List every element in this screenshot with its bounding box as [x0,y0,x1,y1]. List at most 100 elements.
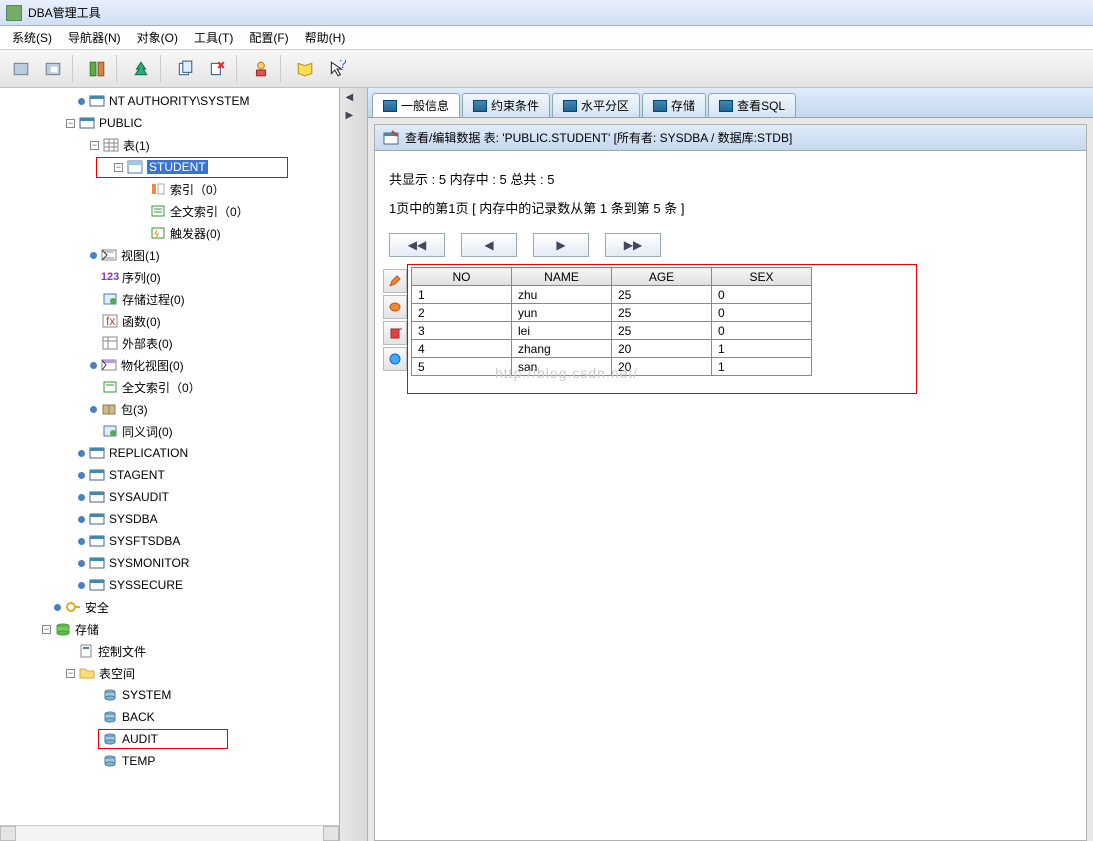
table-cell[interactable]: zhang [512,340,612,358]
tree-packages[interactable]: 包(3) [121,401,148,418]
table-row[interactable]: 2yun250 [412,304,812,322]
col-sex[interactable]: SEX [712,268,812,286]
tree-fulltext[interactable]: 全文索引（0） [170,203,249,220]
table-cell[interactable]: 5 [412,358,512,376]
tree-student[interactable]: STUDENT [147,160,208,174]
table-cell[interactable]: 1 [412,286,512,304]
tree-syssecure[interactable]: SYSSECURE [109,578,183,592]
splitter-right-icon[interactable]: ▶ [346,110,362,126]
table-cell[interactable]: 2 [412,304,512,322]
table-row[interactable]: 4zhang201 [412,340,812,358]
table-cell[interactable]: lei [512,322,612,340]
menu-config[interactable]: 配置(F) [241,27,296,48]
toolbar-delete[interactable] [202,54,232,84]
tree-sysmonitor[interactable]: SYSMONITOR [109,556,189,570]
table-row[interactable]: 1zhu250 [412,286,812,304]
tree-controlfiles[interactable]: 控制文件 [98,643,146,660]
expand-toggle[interactable]: − [66,669,75,678]
table-cell[interactable]: zhu [512,286,612,304]
table-cell[interactable]: 20 [612,358,712,376]
tree-ts-back[interactable]: BACK [122,710,155,724]
tree-stagent[interactable]: STAGENT [109,468,165,482]
nav-prev[interactable]: ◀ [461,233,517,257]
expand-toggle[interactable]: − [42,625,51,634]
splitter[interactable]: ◀ ▶ [340,88,368,841]
table-cell[interactable]: 25 [612,304,712,322]
tree-ntauth[interactable]: NT AUTHORITY\SYSTEM [109,94,249,108]
tab-sql[interactable]: 查看SQL [708,93,796,117]
tree-security[interactable]: 安全 [85,599,109,616]
object-tree[interactable]: NT AUTHORITY\SYSTEM −PUBLIC −表(1) −STUDE… [0,88,339,825]
table-cell[interactable]: 0 [712,304,812,322]
tree-matviews[interactable]: 物化视图(0) [121,357,184,374]
table-cell[interactable]: 0 [712,286,812,304]
table-cell[interactable]: 1 [712,340,812,358]
expand-toggle[interactable]: − [90,141,99,150]
menu-tool[interactable]: 工具(T) [186,27,241,48]
tree-sysaudit[interactable]: SYSAUDIT [109,490,169,504]
col-name[interactable]: NAME [512,268,612,286]
table-cell[interactable]: 4 [412,340,512,358]
tree-h-scrollbar[interactable] [0,825,339,841]
table-cell[interactable]: 25 [612,286,712,304]
expand-toggle[interactable]: − [66,119,75,128]
tab-storage[interactable]: 存储 [642,93,706,117]
col-no[interactable]: NO [412,268,512,286]
toolbar-copy[interactable] [170,54,200,84]
delete-row-button[interactable] [383,321,407,345]
tree-ftindex2[interactable]: 全文索引（0） [122,379,201,396]
table-row[interactable]: 3lei250 [412,322,812,340]
tab-constraints[interactable]: 约束条件 [462,93,550,117]
toolbar-help-book[interactable] [290,54,320,84]
toolbar-pointer-help[interactable]: ? [322,54,352,84]
toolbar-btn-2[interactable] [38,54,68,84]
table-cell[interactable]: 0 [712,322,812,340]
toolbar-btn-1[interactable] [6,54,36,84]
menu-object[interactable]: 对象(O) [129,27,186,48]
tree-synonyms[interactable]: 同义词(0) [122,423,173,440]
table-cell[interactable]: 1 [712,358,812,376]
edit-row-button[interactable] [383,269,407,293]
tab-general[interactable]: 一般信息 [372,93,460,117]
tree-functions[interactable]: 函数(0) [122,313,161,330]
toolbar-refresh[interactable] [82,54,112,84]
tree-procedures[interactable]: 存储过程(0) [122,291,185,308]
tree-ts-audit[interactable]: AUDIT [122,732,158,746]
tree-sysdba[interactable]: SYSDBA [109,512,158,526]
tree-ext-tables[interactable]: 外部表(0) [122,335,173,352]
table-cell[interactable]: 3 [412,322,512,340]
table-cell[interactable]: 25 [612,322,712,340]
nav-next[interactable]: ▶ [533,233,589,257]
splitter-left-icon[interactable]: ◀ [346,92,362,108]
nav-first[interactable]: ◀◀ [389,233,445,257]
tree-ts-system[interactable]: SYSTEM [122,688,171,702]
tree-ts-temp[interactable]: TEMP [122,754,155,768]
data-table[interactable]: NONAMEAGESEX 1zhu2502yun2503lei2504zhang… [411,267,812,376]
expand-toggle[interactable]: − [114,163,123,172]
refresh-data-button[interactable] [383,347,407,371]
tree-sequences[interactable]: 序列(0) [122,269,161,286]
scroll-track[interactable] [16,826,323,841]
toolbar-recycle[interactable] [126,54,156,84]
tree-views[interactable]: 视图(1) [121,247,160,264]
toolbar-user[interactable] [246,54,276,84]
menu-system[interactable]: 系统(S) [4,27,60,48]
tree-tablespace[interactable]: 表空间 [99,665,135,682]
tree-sysftsdba[interactable]: SYSFTSDBA [109,534,180,548]
tree-public[interactable]: PUBLIC [99,116,142,130]
tab-partition[interactable]: 水平分区 [552,93,640,117]
tree-replication[interactable]: REPLICATION [109,446,188,460]
table-cell[interactable]: 20 [612,340,712,358]
table-cell[interactable]: san [512,358,612,376]
table-row[interactable]: 5san201 [412,358,812,376]
menu-help[interactable]: 帮助(H) [297,27,354,48]
col-age[interactable]: AGE [612,268,712,286]
tree-trigger[interactable]: 触发器(0) [170,225,221,242]
scroll-right-arrow[interactable] [323,826,339,841]
tree-storage[interactable]: 存储 [75,621,99,638]
tree-index[interactable]: 索引（0） [170,181,225,198]
insert-row-button[interactable] [383,295,407,319]
nav-last[interactable]: ▶▶ [605,233,661,257]
tree-tables[interactable]: 表(1) [123,137,150,154]
menu-navigator[interactable]: 导航器(N) [60,27,129,48]
